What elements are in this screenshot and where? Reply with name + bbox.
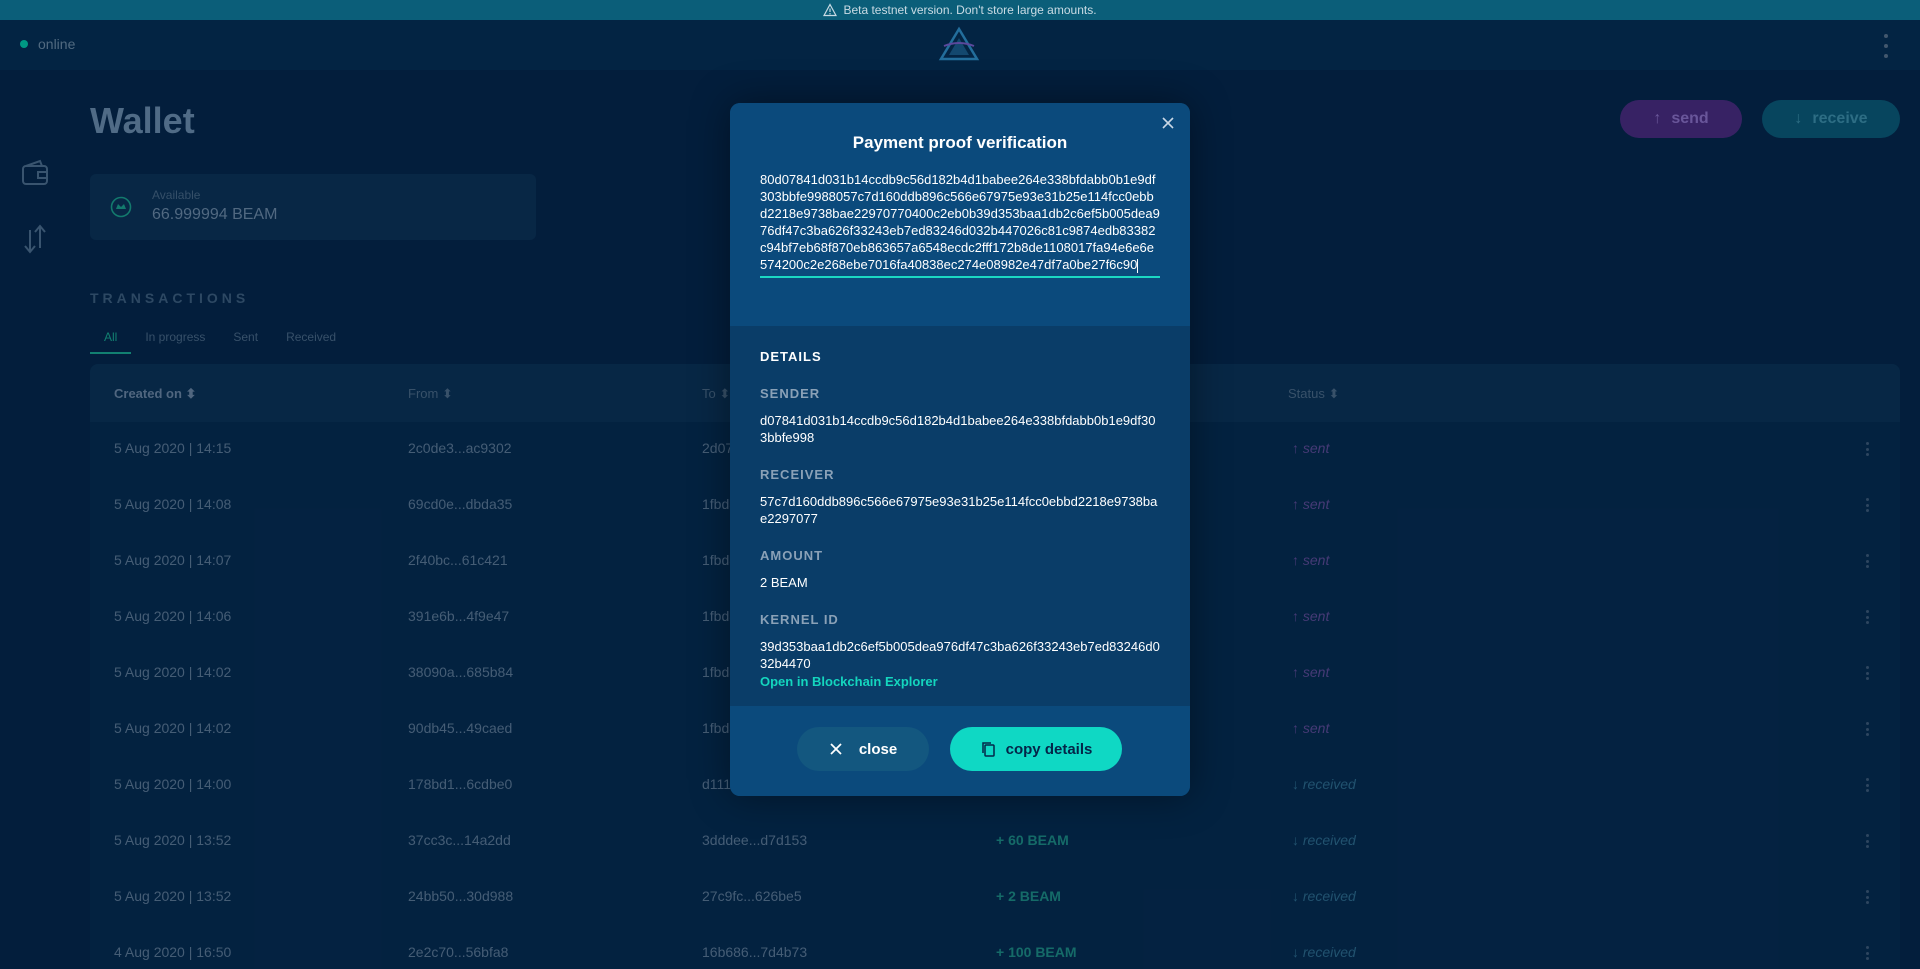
copy-details-button[interactable]: copy details bbox=[950, 727, 1122, 771]
testnet-banner: Beta testnet version. Don't store large … bbox=[0, 0, 1920, 20]
amount-label: AMOUNT bbox=[760, 548, 824, 563]
proof-text: 80d07841d031b14ccdb9c56d182b4d1babee264e… bbox=[760, 172, 1160, 272]
sender-value: d07841d031b14ccdb9c56d182b4d1babee264e33… bbox=[760, 413, 1156, 445]
kernel-id-label: KERNEL ID bbox=[760, 612, 839, 627]
close-button[interactable]: close bbox=[797, 727, 929, 771]
warning-icon bbox=[823, 3, 838, 17]
payment-proof-dialog: Payment proof verification 80d07841d031b… bbox=[730, 103, 1190, 796]
dialog-header: Payment proof verification 80d07841d031b… bbox=[730, 103, 1190, 326]
sender-label: SENDER bbox=[760, 386, 821, 401]
text-caret bbox=[1137, 258, 1139, 273]
payment-proof-input[interactable]: 80d07841d031b14ccdb9c56d182b4d1babee264e… bbox=[760, 171, 1160, 278]
copy-icon bbox=[981, 742, 995, 757]
receiver-value: 57c7d160ddb896c566e67975e93e31b25e114fcc… bbox=[760, 494, 1158, 526]
receiver-label: RECEIVER bbox=[760, 467, 835, 482]
details-heading: DETAILS bbox=[760, 349, 822, 364]
proof-details: DETAILS SENDER d07841d031b14ccdb9c56d182… bbox=[730, 326, 1190, 706]
copy-button-label: copy details bbox=[1005, 740, 1093, 758]
close-x-icon bbox=[830, 743, 842, 755]
amount-value: 2 BEAM bbox=[760, 575, 808, 590]
dialog-title: Payment proof verification bbox=[852, 133, 1068, 152]
blockchain-explorer-link[interactable]: Open in Blockchain Explorer bbox=[760, 674, 938, 689]
kernel-id-value: 39d353baa1db2c6ef5b005dea976df47c3ba626f… bbox=[760, 639, 1160, 671]
close-icon[interactable] bbox=[1160, 115, 1176, 131]
banner-text: Beta testnet version. Don't store large … bbox=[843, 3, 1097, 17]
close-button-label: close bbox=[858, 740, 898, 758]
dialog-footer: close copy details bbox=[730, 706, 1190, 796]
